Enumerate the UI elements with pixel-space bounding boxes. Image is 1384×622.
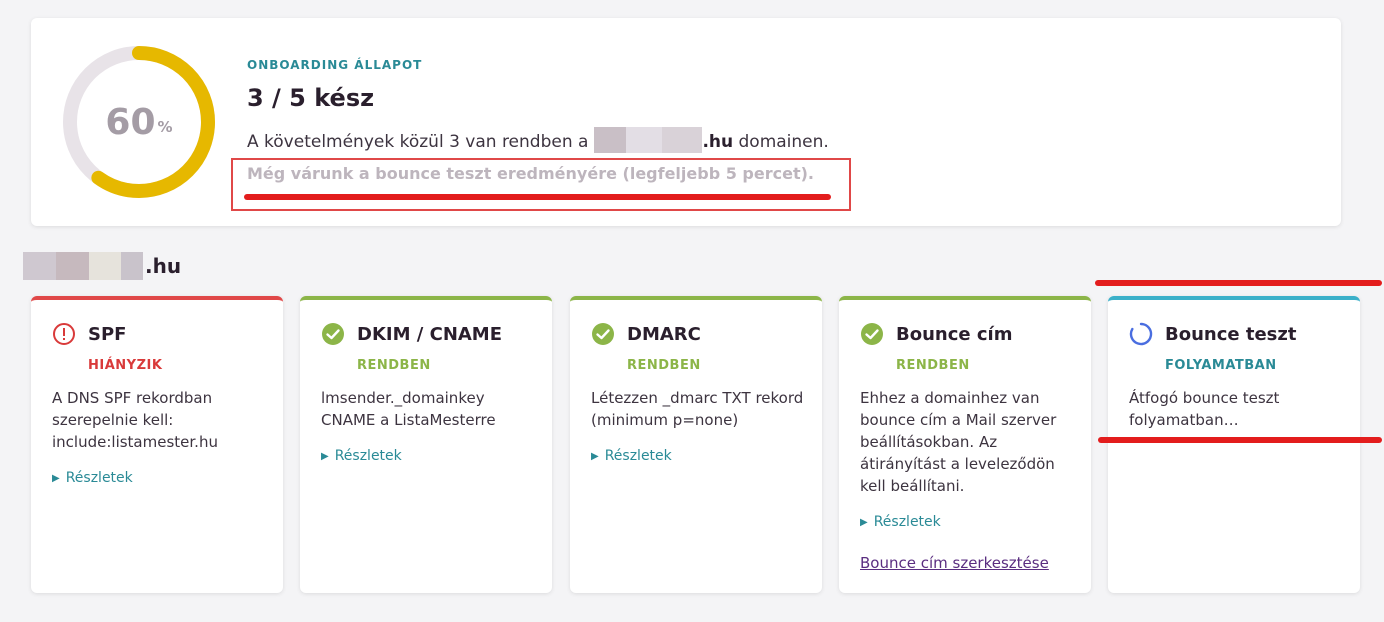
details-toggle[interactable]: ▶ Részletek xyxy=(860,511,1080,534)
redacted-domain-name xyxy=(23,252,143,280)
edit-bounce-address-link[interactable]: Bounce cím szerkesztése xyxy=(860,552,1049,574)
card-title: Bounce teszt xyxy=(1165,323,1297,345)
card-description: lmsender._domainkey CNAME a ListaMesterr… xyxy=(321,389,496,429)
details-toggle[interactable]: ▶ Részletek xyxy=(52,467,272,490)
domain-heading: .hu xyxy=(23,252,181,280)
status-badge: HIÁNYZIK xyxy=(88,358,163,373)
check-circle-icon xyxy=(322,323,344,345)
details-toggle[interactable]: ▶ Részletek xyxy=(591,445,811,468)
check-card-dkim: DKIM / CNAME RENDBEN lmsender._domainkey… xyxy=(300,296,552,593)
check-circle-icon xyxy=(592,323,614,345)
triangle-right-icon: ▶ xyxy=(52,473,60,484)
progress-ring: 60 % xyxy=(59,42,219,202)
card-title: DKIM / CNAME xyxy=(357,323,503,345)
waiting-message: Még várunk a bounce teszt eredményére (l… xyxy=(247,164,814,183)
details-toggle[interactable]: ▶ Részletek xyxy=(321,445,541,468)
status-badge: RENDBEN xyxy=(896,358,970,373)
triangle-right-icon: ▶ xyxy=(591,451,599,462)
triangle-right-icon: ▶ xyxy=(321,451,329,462)
status-badge: RENDBEN xyxy=(357,358,431,373)
annotation-line-top xyxy=(1095,280,1382,286)
status-badge: RENDBEN xyxy=(627,358,701,373)
percent-sign: % xyxy=(157,118,173,136)
annotation-line-bottom xyxy=(1098,437,1382,443)
status-kicker: ONBOARDING ÁLLAPOT xyxy=(247,58,423,72)
card-description: Létezzen _dmarc TXT rekord (minimum p=no… xyxy=(591,389,804,429)
triangle-right-icon: ▶ xyxy=(860,517,868,528)
card-title: DMARC xyxy=(627,323,701,345)
check-card-spf: SPF HIÁNYZIK A DNS SPF rekordban szerepe… xyxy=(31,296,283,593)
card-description: A DNS SPF rekordban szerepelnie kell: in… xyxy=(52,389,218,451)
progress-headline: 3 / 5 kész xyxy=(247,84,375,112)
progress-percent: 60 xyxy=(105,101,156,143)
check-card-dmarc: DMARC RENDBEN Létezzen _dmarc TXT rekord… xyxy=(570,296,822,593)
loading-spinner-icon xyxy=(1129,322,1153,346)
card-description: Átfogó bounce teszt folyamatban… xyxy=(1129,389,1280,429)
card-description: Ehhez a domainhez van bounce cím a Mail … xyxy=(860,389,1057,495)
card-title: Bounce cím xyxy=(896,323,1013,345)
status-badge: FOLYAMATBAN xyxy=(1165,358,1277,373)
onboarding-summary-card: 60 % ONBOARDING ÁLLAPOT 3 / 5 kész A köv… xyxy=(31,18,1341,226)
annotation-underline xyxy=(244,194,831,200)
redacted-domain xyxy=(594,127,703,153)
check-card-bounce-test: Bounce teszt FOLYAMATBAN Átfogó bounce t… xyxy=(1108,296,1360,593)
card-title: SPF xyxy=(88,323,127,345)
check-card-bounce-address: Bounce cím RENDBEN Ehhez a domainhez van… xyxy=(839,296,1091,593)
progress-description: A követelmények közül 3 van rendben a .hu… xyxy=(247,127,829,153)
check-circle-icon xyxy=(861,323,883,345)
error-icon xyxy=(53,323,75,345)
